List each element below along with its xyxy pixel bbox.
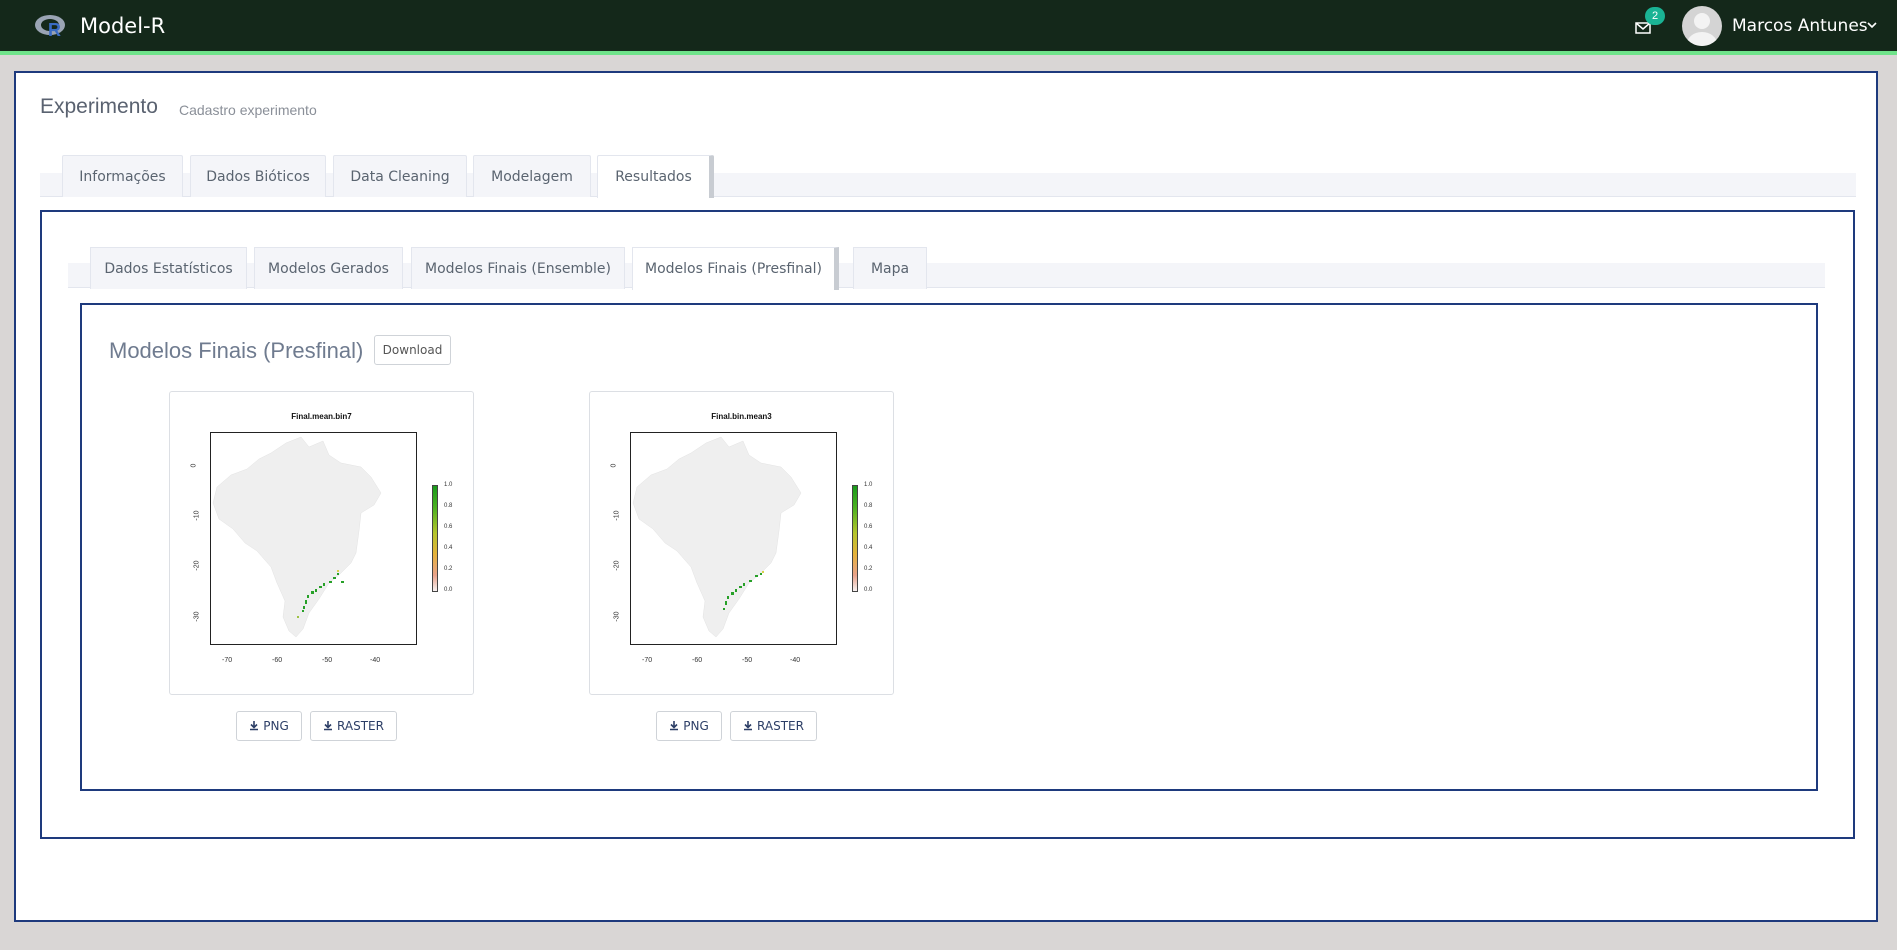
legend-label: 0.2 — [864, 566, 873, 572]
tab-resultados[interactable]: Resultados — [597, 155, 714, 198]
notification-badge: 2 — [1645, 7, 1665, 25]
tab-modelos-gerados[interactable]: Modelos Gerados — [254, 247, 403, 289]
y-tick-label: 0 — [610, 463, 618, 468]
page-subtitle: Cadastro experimento — [179, 102, 317, 118]
page-title: Experimento — [40, 95, 158, 118]
color-legend — [432, 485, 438, 592]
results-container: Dados Estatísticos Modelos Gerados Model… — [40, 210, 1855, 839]
main-panel: Experimento Cadastro experimento Informa… — [14, 71, 1878, 922]
x-tick-label: -60 — [272, 657, 283, 664]
y-tick-label: -20 — [193, 560, 201, 571]
user-avatar-icon — [1687, 13, 1717, 46]
legend-label: 0.8 — [864, 503, 873, 509]
r-logo-icon[interactable]: R — [34, 12, 68, 40]
x-tick-label: -40 — [790, 657, 801, 664]
y-tick-label: 0 — [190, 463, 198, 468]
legend-label: 0.0 — [864, 587, 873, 593]
chevron-down-icon[interactable] — [1867, 20, 1877, 30]
tab-modelos-finais-presfinal[interactable]: Modelos Finais (Presfinal) — [632, 247, 839, 290]
y-tick-label: -20 — [613, 560, 621, 571]
download-icon — [250, 721, 259, 731]
y-tick-label: -10 — [193, 510, 201, 521]
map-title: Final.bin.mean3 — [711, 412, 772, 421]
map-title: Final.mean.bin7 — [291, 412, 352, 421]
map-card[interactable]: Final.bin.mean3 0 -10 -20 -30 -70 -60 -5… — [589, 391, 894, 695]
legend-label: 0.4 — [444, 545, 453, 551]
x-tick-label: -70 — [222, 657, 233, 664]
raster-download-button[interactable]: RASTER — [310, 711, 397, 741]
raster-download-button[interactable]: RASTER — [730, 711, 817, 741]
tab-mapa[interactable]: Mapa — [853, 247, 927, 289]
legend-label: 0.4 — [864, 545, 873, 551]
brazil-map — [632, 436, 802, 638]
legend-label: 0.6 — [444, 524, 453, 530]
legend-label: 0.8 — [444, 503, 453, 509]
map-plot — [210, 432, 417, 645]
download-icon — [324, 721, 333, 731]
avatar[interactable] — [1682, 6, 1722, 46]
download-icon — [744, 721, 753, 731]
tab-dados-bioticos[interactable]: Dados Bióticos — [190, 155, 326, 197]
download-icon — [670, 721, 679, 731]
raster-label: RASTER — [757, 719, 804, 733]
map-card[interactable]: Final.mean.bin7 0 -10 -20 -30 -70 -60 -5… — [169, 391, 474, 695]
svg-text:R: R — [48, 20, 61, 40]
png-label: PNG — [683, 719, 709, 733]
x-tick-label: -50 — [322, 657, 333, 664]
raster-label: RASTER — [337, 719, 384, 733]
x-tick-label: -50 — [742, 657, 753, 664]
color-legend — [852, 485, 858, 592]
download-button[interactable]: Download — [374, 335, 451, 365]
section-title: Modelos Finais (Presfinal) — [109, 338, 364, 363]
x-tick-label: -70 — [642, 657, 653, 664]
tab-dados-estatisticos[interactable]: Dados Estatísticos — [90, 247, 247, 289]
x-tick-label: -40 — [370, 657, 381, 664]
legend-label: 0.2 — [444, 566, 453, 572]
brazil-map — [212, 436, 382, 638]
y-tick-label: -10 — [613, 510, 621, 521]
top-navbar: R Model-R 2 Marcos Antunes — [0, 0, 1897, 55]
tab-informacoes[interactable]: Informações — [62, 155, 183, 197]
y-tick-label: -30 — [613, 611, 621, 622]
png-download-button[interactable]: PNG — [236, 711, 302, 741]
legend-label: 0.6 — [864, 524, 873, 530]
legend-label: 1.0 — [444, 482, 453, 488]
x-tick-label: -60 — [692, 657, 703, 664]
map-plot — [630, 432, 837, 645]
y-tick-label: -30 — [193, 611, 201, 622]
png-label: PNG — [263, 719, 289, 733]
legend-label: 1.0 — [864, 482, 873, 488]
tab-data-cleaning[interactable]: Data Cleaning — [333, 155, 467, 197]
presfinal-panel: Modelos Finais (Presfinal) Download Fina… — [80, 303, 1818, 791]
png-download-button[interactable]: PNG — [656, 711, 722, 741]
app-brand[interactable]: Model-R — [80, 14, 165, 38]
user-name[interactable]: Marcos Antunes — [1732, 16, 1868, 36]
tab-modelos-finais-ensemble[interactable]: Modelos Finais (Ensemble) — [411, 247, 625, 289]
legend-label: 0.0 — [444, 587, 453, 593]
tab-modelagem[interactable]: Modelagem — [473, 155, 591, 197]
